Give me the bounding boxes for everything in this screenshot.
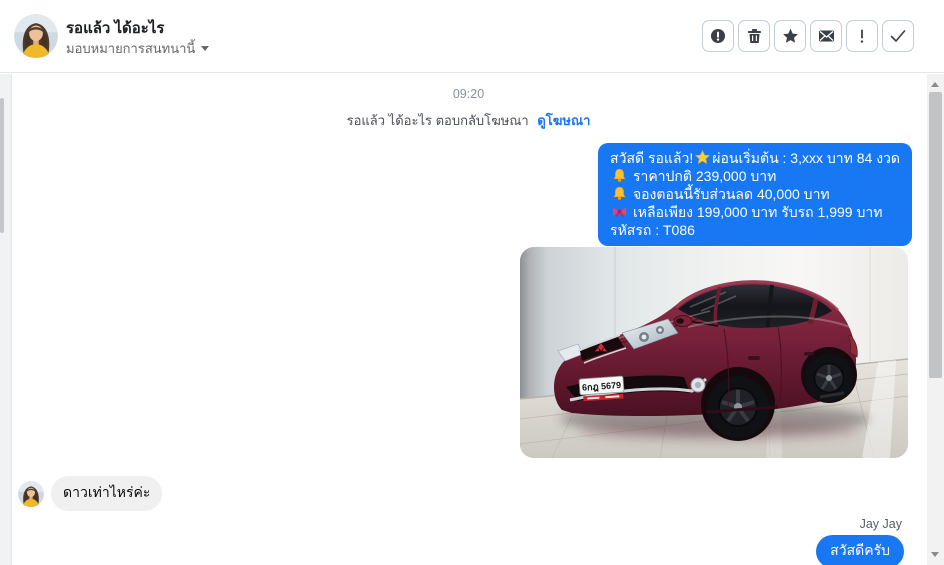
outgoing-ad-reply-bubble: สวัสดี รอแล้ว! ผ่อนเริ่มต้น : 3,xxx บาท 8…	[598, 143, 912, 246]
customer-avatar[interactable]	[14, 14, 58, 58]
car-photo-attachment[interactable]: 6กฎ 5679	[520, 247, 908, 458]
star-icon	[695, 149, 711, 165]
ribbon-icon	[612, 204, 627, 219]
assign-conversation-dropdown[interactable]: มอบหมายการสนทนานี้	[66, 38, 210, 59]
star-icon	[782, 28, 798, 43]
license-plate: 6กฎ 5679	[578, 375, 625, 402]
report-circle-icon	[711, 29, 725, 43]
bell-icon	[612, 186, 627, 201]
car-illustration: 6กฎ 5679	[520, 247, 908, 458]
chat-scrollbar-track[interactable]	[927, 74, 944, 565]
mark-done-button[interactable]	[882, 20, 914, 52]
chat-scrollbar-thumb[interactable]	[929, 92, 942, 378]
mark-unread-envelope-icon	[818, 30, 834, 42]
avatar-image	[14, 14, 58, 58]
message-timestamp: 09:20	[452, 87, 485, 101]
assign-label: มอบหมายการสนทนานี้	[66, 41, 196, 56]
incoming-message-bubble: ดาวเท่าไหร่ค่ะ	[51, 476, 163, 511]
conversation-header: รอแล้ว ได้อะไร มอบหมายการสนทนานี้	[0, 0, 944, 73]
scroll-down-arrow-icon[interactable]	[931, 552, 939, 557]
ad-line-2: ราคาปกติ 239,000 บาท	[610, 167, 900, 185]
ad-line-5: รหัสรถ : T086	[610, 222, 695, 238]
trash-icon	[747, 29, 761, 43]
avatar-image	[18, 480, 44, 507]
flag-exclamation-button[interactable]	[846, 20, 878, 52]
header-action-bar	[702, 20, 914, 52]
outgoing-message-bubble: สวัสดีครับ	[816, 535, 904, 565]
conversation-title: รอแล้ว ได้อะไร	[66, 20, 165, 37]
messenger-inbox-window: รอแล้ว ได้อะไร มอบหมายการสนทนานี้ 09:20 …	[0, 0, 944, 565]
mark-unread-button[interactable]	[810, 20, 842, 52]
agent-sender-name: Jay Jay	[859, 517, 902, 531]
left-panel-scrollbar-thumb[interactable]	[0, 98, 4, 233]
view-ad-link[interactable]: ดูโฆษณา	[537, 113, 590, 128]
chevron-down-icon	[201, 46, 210, 51]
report-button[interactable]	[702, 20, 734, 52]
ad-line-1: สวัสดี รอแล้ว! ผ่อนเริ่มต้น : 3,xxx บาท 8…	[610, 149, 900, 166]
system-event-text: รอแล้ว ได้อะไร ตอบกลับโฆษณา	[346, 113, 529, 128]
ad-line-3: จองตอนนี้รับส่วนลด 40,000 บาท	[610, 185, 900, 203]
done-check-icon	[890, 30, 906, 42]
ad-line-4: เหลือเพียง 199,000 บาท รับรถ 1,999 บาท	[610, 203, 900, 221]
customer-avatar-small[interactable]	[18, 480, 44, 507]
ad-reply-system-event: รอแล้ว ได้อะไร ตอบกลับโฆษณา ดูโฆษณา	[13, 110, 924, 131]
left-panel-scrollbar-track[interactable]	[0, 74, 12, 565]
delete-button[interactable]	[738, 20, 770, 52]
incoming-message-row: ดาวเท่าไหร่ค่ะ	[18, 476, 163, 511]
bell-icon	[612, 168, 627, 183]
exclamation-icon	[860, 29, 864, 43]
scroll-up-arrow-icon[interactable]	[931, 82, 939, 87]
star-button[interactable]	[774, 20, 806, 52]
